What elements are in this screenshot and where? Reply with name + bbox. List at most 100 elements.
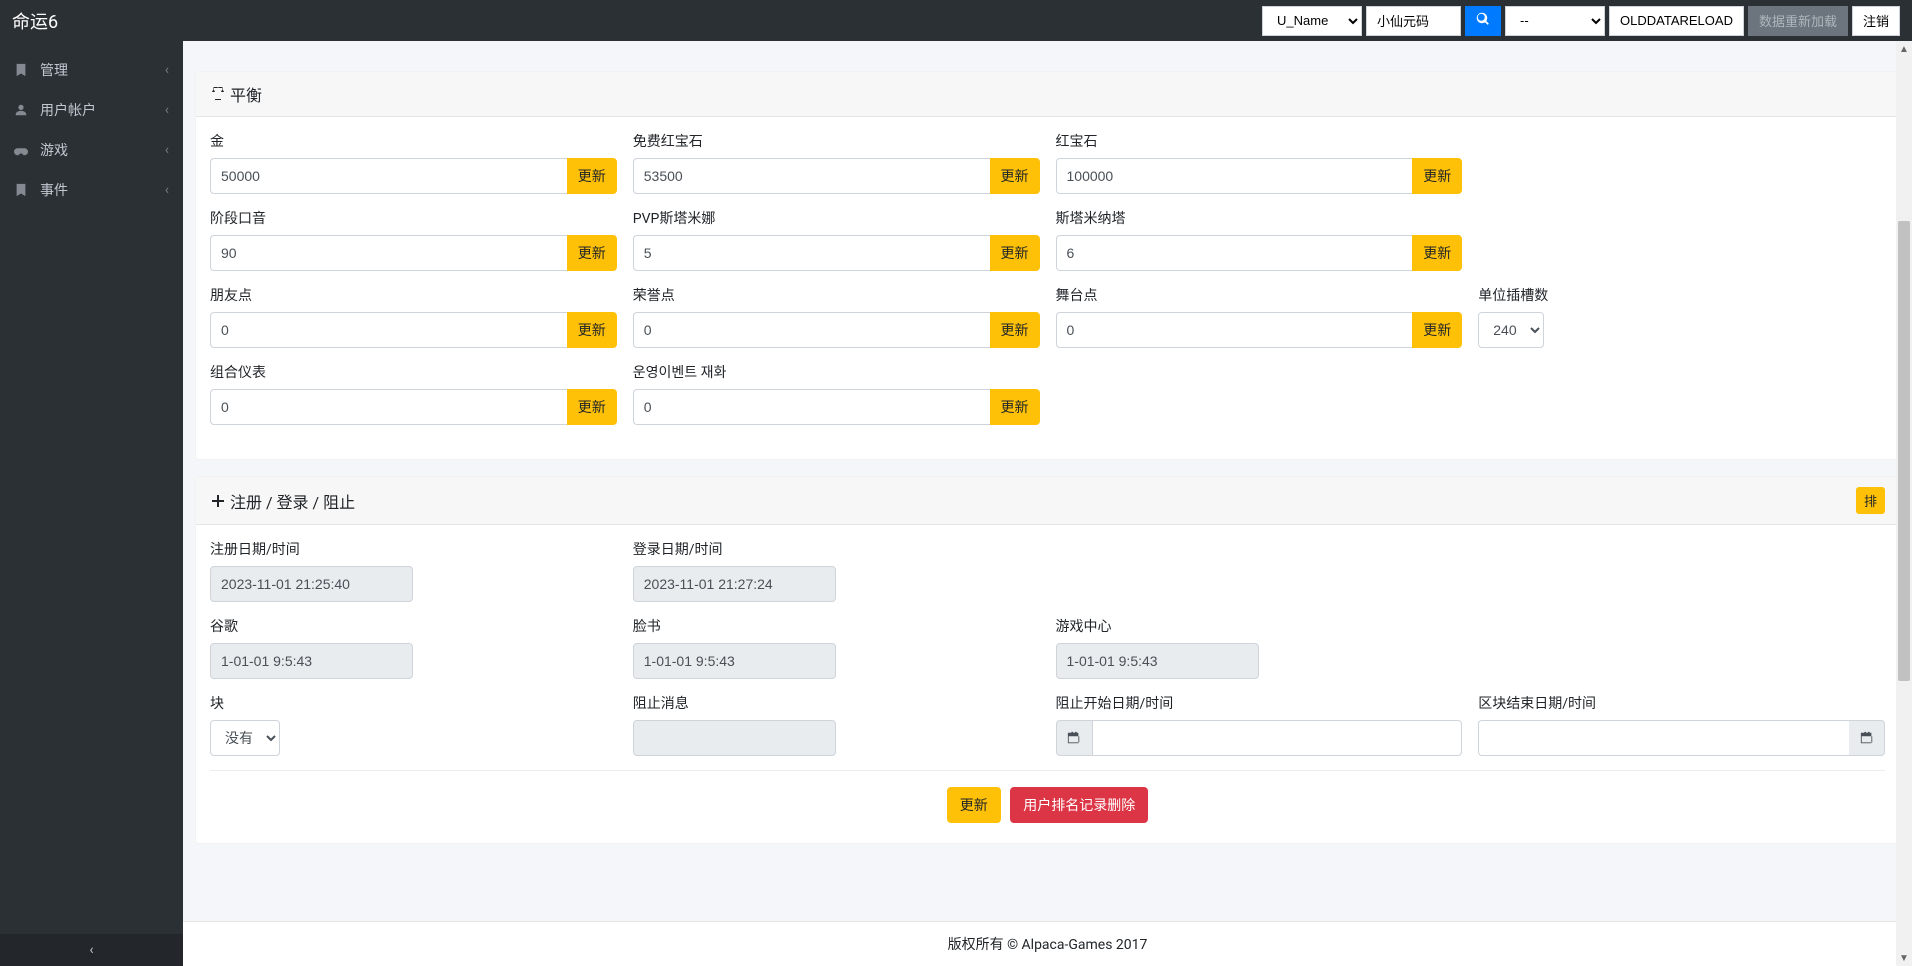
- plus-icon: [210, 493, 226, 509]
- search-button[interactable]: [1465, 6, 1501, 36]
- rank-badge[interactable]: 排: [1856, 487, 1885, 514]
- block-start-input[interactable]: [1092, 720, 1463, 756]
- gold-update-button[interactable]: 更新: [567, 158, 617, 194]
- stage-point-label: 舞台点: [1056, 285, 1463, 305]
- register-card-header: 注册 / 登录 / 阻止 排: [196, 477, 1899, 525]
- google-label: 谷歌: [210, 616, 617, 636]
- google-input: [210, 643, 413, 679]
- scrollbar-thumb[interactable]: [1898, 221, 1910, 681]
- balance-card-header: 平衡: [196, 72, 1899, 117]
- ops-event-update-button[interactable]: 更新: [990, 389, 1040, 425]
- brand-title: 命运6: [12, 8, 58, 34]
- main-content: 平衡 金 更新 免费红宝石 更新: [183, 0, 1912, 966]
- calendar-icon[interactable]: [1849, 720, 1885, 756]
- ops-event-input[interactable]: [633, 389, 990, 425]
- calendar-icon[interactable]: [1056, 720, 1092, 756]
- sidebar: 管理 ‹ 用户帐户 ‹ 游戏 ‹ 事件 ‹: [0, 0, 183, 966]
- block-end-label: 区块结束日期/时间: [1478, 693, 1885, 713]
- honor-point-update-button[interactable]: 更新: [990, 312, 1040, 348]
- ruby-input[interactable]: [1056, 158, 1413, 194]
- scale-icon: [210, 86, 226, 102]
- user-icon: [14, 103, 32, 117]
- search-input[interactable]: [1366, 6, 1461, 36]
- filter-select[interactable]: U_Name: [1262, 6, 1362, 36]
- footer: 版权所有 © Alpaca-Games 2017: [183, 921, 1912, 966]
- honor-point-label: 荣誉点: [633, 285, 1040, 305]
- facebook-input: [633, 643, 836, 679]
- sidebar-item-user-account[interactable]: 用户帐户 ‹: [0, 90, 183, 130]
- chevron-left-icon: ‹: [89, 942, 93, 958]
- sidebar-collapse-button[interactable]: ‹: [0, 934, 183, 966]
- register-card: 注册 / 登录 / 阻止 排 注册日期/时间 登录日期/时间: [195, 476, 1900, 844]
- block-start-label: 阻止开始日期/时间: [1056, 693, 1463, 713]
- logout-button[interactable]: 注销: [1852, 6, 1900, 36]
- slot-count-select[interactable]: 240: [1478, 312, 1544, 348]
- block-label: 块: [210, 693, 617, 713]
- block-end-input[interactable]: [1478, 720, 1849, 756]
- stage-accent-input[interactable]: [210, 235, 567, 271]
- login-date-input: [633, 566, 836, 602]
- chevron-left-icon: ‹: [165, 142, 169, 158]
- sidebar-label: 管理: [40, 60, 68, 80]
- friend-point-label: 朋友点: [210, 285, 617, 305]
- scroll-up-icon[interactable]: ▲: [1896, 41, 1912, 57]
- sidebar-item-manage[interactable]: 管理 ‹: [0, 50, 183, 90]
- ruby-update-button[interactable]: 更新: [1412, 158, 1462, 194]
- stage-point-update-button[interactable]: 更新: [1412, 312, 1462, 348]
- free-ruby-update-button[interactable]: 更新: [990, 158, 1040, 194]
- sidebar-label: 事件: [40, 180, 68, 200]
- honor-point-input[interactable]: [633, 312, 990, 348]
- block-msg-label: 阻止消息: [633, 693, 1040, 713]
- ruby-label: 红宝石: [1056, 131, 1463, 151]
- register-title: 注册 / 登录 / 阻止: [230, 489, 355, 513]
- facebook-label: 脸书: [633, 616, 1040, 636]
- sidebar-item-game[interactable]: 游戏 ‹: [0, 130, 183, 170]
- block-select[interactable]: 没有: [210, 720, 280, 756]
- free-ruby-input[interactable]: [633, 158, 990, 194]
- bookmark-icon: [14, 183, 32, 197]
- pvp-stamina-label: PVP斯塔米娜: [633, 208, 1040, 228]
- pvp-stamina-update-button[interactable]: 更新: [990, 235, 1040, 271]
- chevron-left-icon: ‹: [165, 62, 169, 78]
- slot-count-label: 单位插槽数: [1478, 285, 1885, 305]
- friend-point-input[interactable]: [210, 312, 567, 348]
- pvp-stamina-input[interactable]: [633, 235, 990, 271]
- stage-accent-label: 阶段口音: [210, 208, 617, 228]
- gold-input[interactable]: [210, 158, 567, 194]
- search-icon: [1476, 12, 1490, 29]
- chevron-left-icon: ‹: [165, 102, 169, 118]
- bookmark-icon: [14, 63, 32, 77]
- stamina-input[interactable]: [1056, 235, 1413, 271]
- stage-point-input[interactable]: [1056, 312, 1413, 348]
- gamepad-icon: [14, 143, 32, 157]
- data-reload-button-disabled: 数据重新加载: [1748, 6, 1848, 36]
- combo-meter-label: 组合仪表: [210, 362, 617, 382]
- balance-title: 平衡: [230, 82, 262, 106]
- combo-meter-update-button[interactable]: 更新: [567, 389, 617, 425]
- scroll-down-icon[interactable]: ▼: [1896, 950, 1912, 966]
- gamecenter-label: 游戏中心: [1056, 616, 1463, 636]
- stamina-update-button[interactable]: 更新: [1412, 235, 1462, 271]
- sidebar-label: 用户帐户: [40, 100, 96, 120]
- block-msg-input[interactable]: [633, 720, 836, 756]
- combo-meter-input[interactable]: [210, 389, 567, 425]
- secondary-select[interactable]: --: [1505, 6, 1605, 36]
- ops-event-label: 운영이벤트 재화: [633, 362, 1040, 382]
- scrollbar[interactable]: ▲ ▼: [1896, 41, 1912, 966]
- friend-point-update-button[interactable]: 更新: [567, 312, 617, 348]
- gold-label: 金: [210, 131, 617, 151]
- topbar: 命运6 U_Name -- OLDDATARELOAD 数据重新加载 注销: [0, 0, 1912, 41]
- stamina-label: 斯塔米纳塔: [1056, 208, 1463, 228]
- balance-card: 平衡 金 更新 免费红宝石 更新: [195, 71, 1900, 460]
- delete-rank-record-button[interactable]: 用户排名记录删除: [1010, 787, 1148, 823]
- olddata-reload-button[interactable]: OLDDATARELOAD: [1609, 6, 1744, 36]
- register-update-button[interactable]: 更新: [947, 787, 1001, 823]
- login-date-label: 登录日期/时间: [633, 539, 1040, 559]
- chevron-left-icon: ‹: [165, 182, 169, 198]
- reg-date-input: [210, 566, 413, 602]
- stage-accent-update-button[interactable]: 更新: [567, 235, 617, 271]
- sidebar-item-event[interactable]: 事件 ‹: [0, 170, 183, 210]
- free-ruby-label: 免费红宝石: [633, 131, 1040, 151]
- sidebar-label: 游戏: [40, 140, 68, 160]
- reg-date-label: 注册日期/时间: [210, 539, 617, 559]
